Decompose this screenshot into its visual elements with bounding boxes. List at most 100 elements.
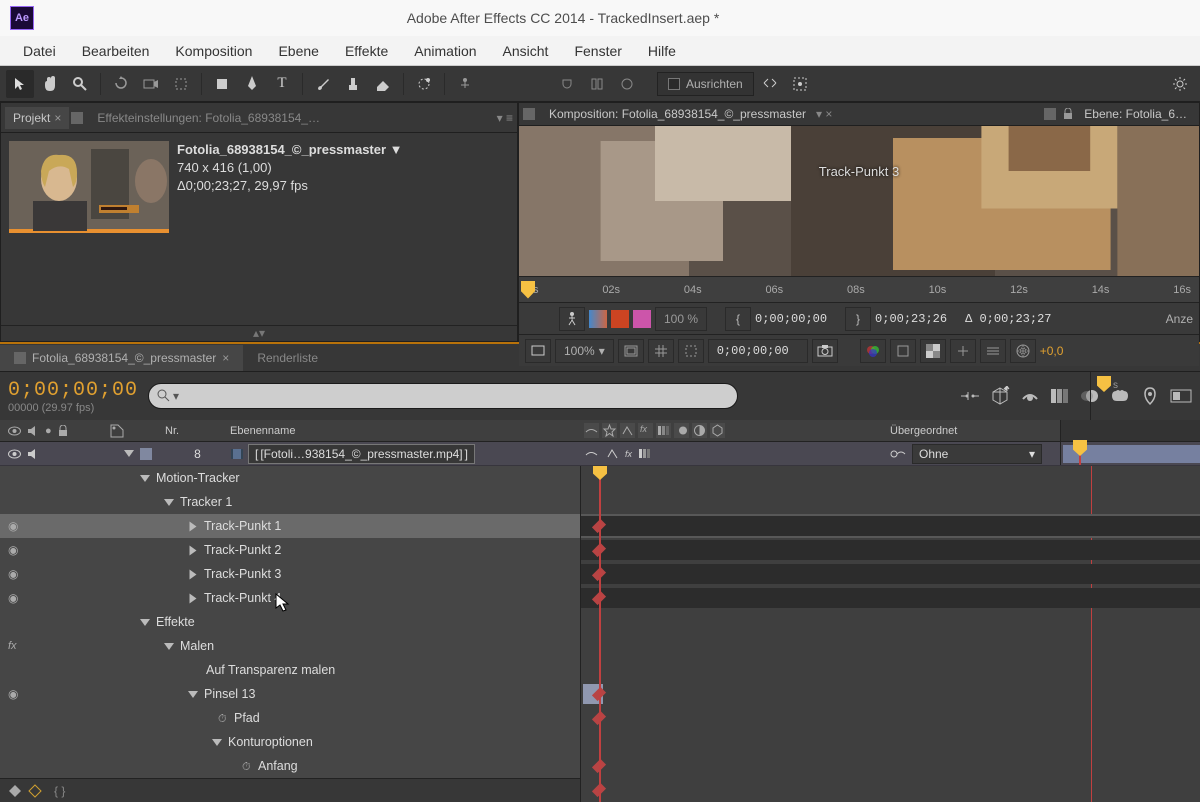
rectangle-tool-icon[interactable]	[208, 70, 236, 98]
twirl-open-icon[interactable]	[124, 450, 134, 457]
tl-3d-icon[interactable]	[990, 386, 1010, 406]
resolution-icon[interactable]	[618, 339, 644, 363]
snap-icon[interactable]	[553, 70, 581, 98]
switch-motion-blur-icon[interactable]	[674, 423, 689, 438]
transparency-grid-icon[interactable]	[920, 339, 946, 363]
resize-handle-icon[interactable]: ▴▾	[253, 326, 265, 341]
menu-effects[interactable]: Effekte	[332, 43, 401, 59]
zoom-dropdown[interactable]: 100%▾	[555, 339, 614, 363]
timecode-out[interactable]: 0;00;23;26	[875, 312, 947, 326]
close-icon[interactable]: ×	[222, 351, 229, 365]
zoom-tool-icon[interactable]	[66, 70, 94, 98]
tl-graph-icon[interactable]	[960, 387, 980, 405]
menu-help[interactable]: Hilfe	[635, 43, 689, 59]
panel-color-swatch[interactable]	[523, 108, 535, 120]
aperture-icon[interactable]	[1010, 339, 1036, 363]
channels-icon[interactable]	[860, 339, 886, 363]
project-tab[interactable]: Projekt×	[5, 107, 69, 129]
stopwatch-icon[interactable]	[242, 759, 254, 771]
pan-behind-tool-icon[interactable]	[167, 70, 195, 98]
col-parent[interactable]: Übergeordnet	[890, 425, 1060, 437]
twirl-icon[interactable]	[140, 475, 150, 482]
close-icon[interactable]: ×	[54, 111, 61, 125]
settings-gear-icon[interactable]	[1166, 70, 1194, 98]
timeline-tracks-area[interactable]	[580, 466, 1200, 802]
toggle-switches-icon[interactable]	[8, 784, 22, 798]
timecode-in[interactable]: 0;00;00;00	[755, 312, 827, 326]
switch-frame-blend-icon[interactable]	[656, 423, 671, 438]
rotate-tool-icon[interactable]	[107, 70, 135, 98]
switch-fx-icon[interactable]: fx	[638, 423, 653, 438]
color-swatch-3[interactable]	[633, 310, 651, 328]
twirl-icon[interactable]	[164, 499, 174, 506]
snap-2-icon[interactable]	[583, 70, 611, 98]
camera-tool-icon[interactable]	[137, 70, 165, 98]
out-point-icon[interactable]: }	[845, 307, 871, 331]
playhead-marker-icon[interactable]	[521, 281, 535, 299]
color-swatch-2[interactable]	[611, 310, 629, 328]
parent-pickwhip-icon[interactable]	[890, 447, 906, 461]
speaker-icon[interactable]	[27, 448, 39, 460]
expand-1-icon[interactable]	[756, 70, 784, 98]
tree-row-paint-transparent[interactable]: Auf Transparenz malen	[0, 658, 580, 682]
twirl-closed-icon[interactable]	[190, 521, 197, 531]
expand-2-icon[interactable]	[786, 70, 814, 98]
panel-color-swatch[interactable]	[1044, 108, 1056, 120]
twirl-icon[interactable]	[212, 739, 222, 746]
layer-tab[interactable]: Ebene: Fotolia_6…	[1076, 103, 1195, 125]
grid-icon[interactable]	[648, 339, 674, 363]
align-checkbox[interactable]	[668, 78, 680, 90]
menu-window[interactable]: Fenster	[561, 43, 634, 59]
switch-adjust-icon[interactable]	[692, 423, 707, 438]
region-icon[interactable]	[950, 339, 976, 363]
tree-row-brush-13[interactable]: Pinsel 13	[0, 682, 580, 706]
eye-icon[interactable]	[8, 567, 22, 581]
tl-shy-icon[interactable]	[1020, 388, 1040, 404]
switch-solo-icon[interactable]	[620, 423, 635, 438]
label-header-icon[interactable]	[110, 424, 124, 438]
brush-tool-icon[interactable]	[309, 70, 337, 98]
text-tool-icon[interactable]: T	[268, 70, 296, 98]
snap-3-icon[interactable]	[613, 70, 641, 98]
eraser-tool-icon[interactable]	[369, 70, 397, 98]
tree-row-contour-options[interactable]: Konturoptionen	[0, 730, 580, 754]
twirl-closed-icon[interactable]	[190, 545, 197, 555]
eye-icon[interactable]	[8, 543, 22, 557]
exposure-value[interactable]: +0,0	[1040, 344, 1064, 358]
layer-name[interactable]: [[Fotoli…938154_©_pressmaster.mp4]]	[248, 444, 475, 464]
effect-controls-tab[interactable]: Effekteinstellungen: Fotolia_68938154_…	[89, 107, 328, 129]
screen-icon[interactable]	[525, 339, 551, 363]
timeline-icon[interactable]	[980, 339, 1006, 363]
twirl-icon[interactable]	[164, 643, 174, 650]
tree-row-motion-tracker[interactable]: Motion-Tracker	[0, 466, 580, 490]
walk-icon[interactable]	[559, 307, 585, 331]
menu-view[interactable]: Ansicht	[490, 43, 562, 59]
col-nr[interactable]: Nr.	[165, 425, 230, 437]
tl-frame-blend-icon[interactable]	[1050, 387, 1070, 405]
project-thumbnail[interactable]	[9, 141, 169, 233]
twirl-closed-icon[interactable]	[190, 569, 197, 579]
switch-star-icon[interactable]	[602, 423, 617, 438]
lock-icon[interactable]	[1062, 108, 1074, 120]
snapshot-icon[interactable]	[812, 339, 838, 363]
timeline-timecode[interactable]: 0;00;00;00	[8, 379, 138, 402]
tree-row-effects[interactable]: Effekte	[0, 610, 580, 634]
zoom-percent[interactable]: 100 %	[655, 307, 707, 331]
pen-tool-icon[interactable]	[238, 70, 266, 98]
align-toggle[interactable]: Ausrichten	[657, 72, 754, 96]
switch-3d-icon[interactable]	[710, 423, 725, 438]
viewer-time-ruler[interactable]: s 02s 04s 06s 08s 10s 12s 14s 16s	[519, 276, 1199, 302]
tree-row-paint[interactable]: fx Malen	[0, 634, 580, 658]
timecode-display[interactable]: 0;00;00;00	[708, 339, 808, 363]
parent-dropdown[interactable]: Ohne▾	[912, 444, 1042, 464]
layer-label-color[interactable]	[140, 448, 152, 460]
clone-stamp-tool-icon[interactable]	[339, 70, 367, 98]
color-swatch-1[interactable]	[589, 310, 607, 328]
menu-animation[interactable]: Animation	[401, 43, 489, 59]
tree-row-track-point-2[interactable]: Track-Punkt 2	[0, 538, 580, 562]
viewer-canvas[interactable]: Track-Punkt 3	[519, 126, 1199, 276]
mask-icon[interactable]	[678, 339, 704, 363]
tree-row-track-point-3[interactable]: Track-Punkt 3	[0, 562, 580, 586]
timeline-search-input[interactable]: ▾	[148, 383, 738, 409]
hand-tool-icon[interactable]	[36, 70, 64, 98]
